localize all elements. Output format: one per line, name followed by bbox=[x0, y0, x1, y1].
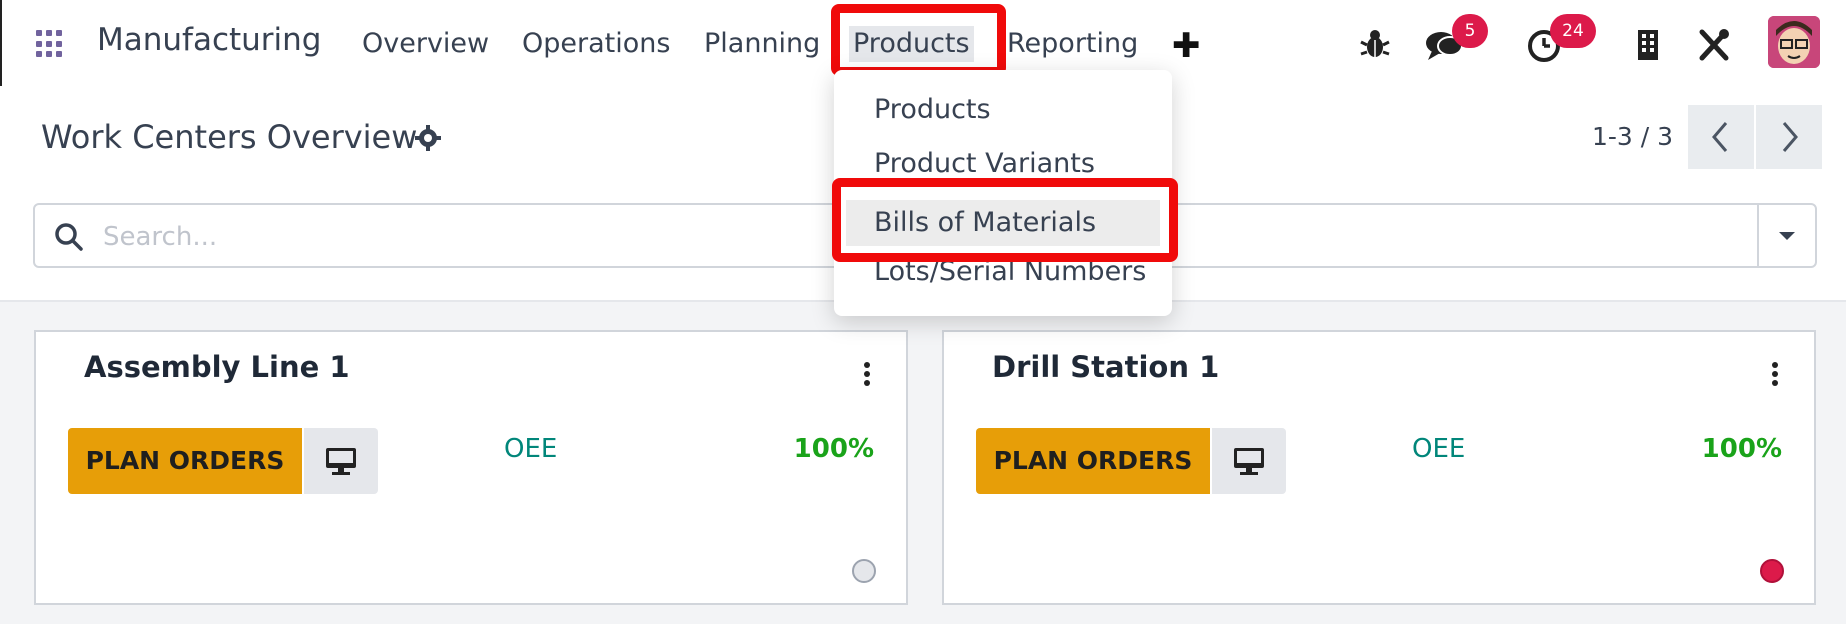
nav-planning[interactable]: Planning bbox=[704, 26, 820, 62]
nav-overview[interactable]: Overview bbox=[362, 26, 489, 62]
activities-badge: 24 bbox=[1550, 14, 1596, 48]
dropdown-item-product-variants[interactable]: Product Variants bbox=[874, 148, 1095, 179]
pager-previous-button[interactable] bbox=[1688, 105, 1754, 169]
card-menu-icon[interactable] bbox=[1772, 362, 1780, 386]
oee-value: 100% bbox=[1701, 434, 1782, 464]
search-options-toggle[interactable] bbox=[1757, 205, 1815, 266]
search-icon bbox=[55, 223, 83, 251]
chevron-right-icon bbox=[1782, 122, 1798, 152]
caret-down-icon bbox=[1779, 232, 1795, 240]
workcenter-card[interactable]: Assembly Line 1 PLAN ORDERS OEE 100% bbox=[34, 330, 908, 605]
gear-icon[interactable] bbox=[414, 124, 442, 152]
dropdown-item-products[interactable]: Products bbox=[874, 94, 991, 125]
search-input[interactable]: Search... bbox=[103, 222, 217, 252]
pager-next-button[interactable] bbox=[1756, 105, 1822, 169]
plan-orders-button[interactable]: PLAN ORDERS bbox=[976, 428, 1210, 494]
bills-of-materials-highlight bbox=[832, 178, 1178, 262]
oee-value: 100% bbox=[793, 434, 874, 464]
oee-label[interactable]: OEE bbox=[1412, 434, 1465, 464]
pager-value[interactable]: 1-3 / 3 bbox=[1592, 122, 1673, 151]
card-title[interactable]: Drill Station 1 bbox=[992, 350, 1219, 384]
card-title[interactable]: Assembly Line 1 bbox=[84, 350, 350, 384]
apps-menu-icon[interactable] bbox=[36, 30, 64, 58]
monitor-icon bbox=[326, 448, 356, 475]
user-avatar[interactable] bbox=[1768, 16, 1820, 68]
oee-label[interactable]: OEE bbox=[504, 434, 557, 464]
plus-icon[interactable]: ✚ bbox=[1172, 26, 1201, 66]
nav-operations[interactable]: Operations bbox=[522, 26, 670, 62]
monitor-icon bbox=[1234, 448, 1264, 475]
page-title: Work Centers Overview bbox=[41, 118, 418, 156]
nav-reporting[interactable]: Reporting bbox=[1007, 26, 1138, 62]
chevron-left-icon bbox=[1712, 122, 1728, 152]
app-brand[interactable]: Manufacturing bbox=[97, 22, 321, 58]
shop-floor-button[interactable] bbox=[1212, 428, 1286, 494]
plan-orders-button[interactable]: PLAN ORDERS bbox=[68, 428, 302, 494]
tools-icon[interactable] bbox=[1694, 24, 1734, 64]
workcenter-card[interactable]: Drill Station 1 PLAN ORDERS OEE 100% bbox=[942, 330, 1816, 605]
bug-icon[interactable] bbox=[1355, 24, 1395, 64]
building-icon[interactable] bbox=[1628, 24, 1668, 64]
messages-badge: 5 bbox=[1452, 14, 1488, 48]
shop-floor-button[interactable] bbox=[304, 428, 378, 494]
status-indicator[interactable] bbox=[852, 559, 876, 583]
status-indicator[interactable] bbox=[1760, 559, 1784, 583]
card-menu-icon[interactable] bbox=[864, 362, 872, 386]
products-highlight bbox=[831, 4, 1006, 76]
